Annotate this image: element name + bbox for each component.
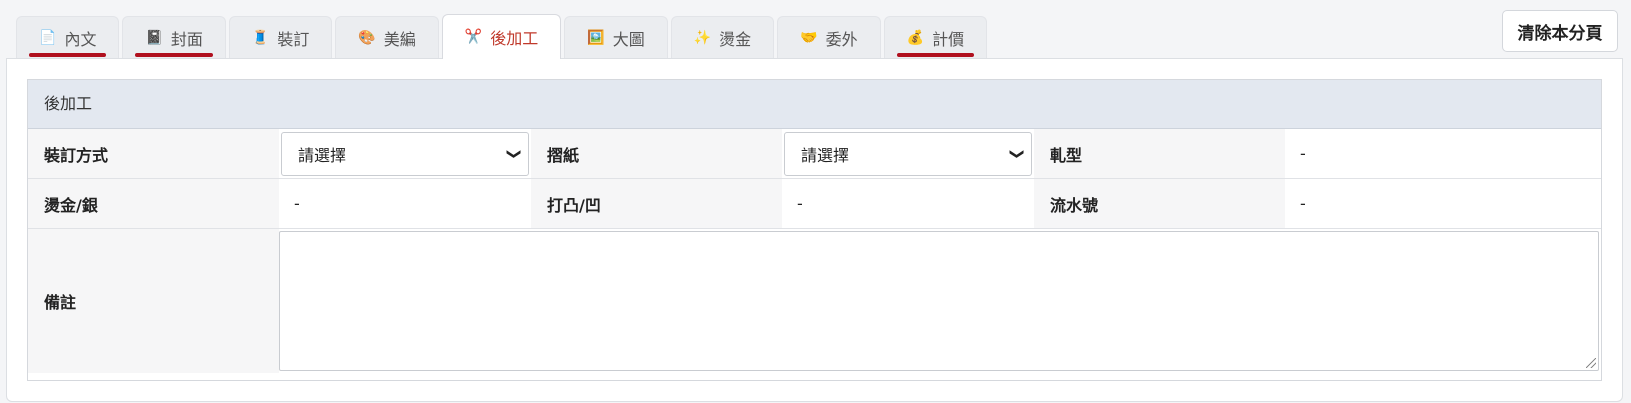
palette-icon: 🎨 bbox=[358, 29, 376, 46]
note-row: 備註 bbox=[28, 229, 1601, 373]
tab-label: 燙金 bbox=[719, 29, 752, 49]
tab-pricing[interactable]: 💰 計價 bbox=[883, 16, 988, 58]
post-processing-card: 後加工 裝訂方式 請選擇 ❯ 摺紙 請選擇 ❯ 軋型 - 燙金/銀 - 打凸/凹 -… bbox=[27, 79, 1602, 381]
note-textarea[interactable] bbox=[279, 231, 1599, 371]
tab-label: 委外 bbox=[825, 29, 858, 49]
emboss-value: - bbox=[782, 179, 1034, 228]
tab-label: 封面 bbox=[170, 29, 203, 49]
foil-value: - bbox=[279, 179, 531, 228]
picture-icon: 🖼️ bbox=[587, 29, 605, 46]
binding-select-value: 請選擇 bbox=[298, 145, 347, 165]
fold-cell: 請選擇 ❯ bbox=[782, 129, 1034, 178]
mold-value: - bbox=[1285, 129, 1537, 178]
tab-label: 大圖 bbox=[612, 29, 645, 49]
tab-label: 後加工 bbox=[490, 29, 539, 48]
tab-foil[interactable]: ✨ 燙金 bbox=[670, 16, 775, 58]
tab-underline bbox=[896, 53, 975, 57]
binding-select[interactable]: 請選擇 ❯ bbox=[281, 131, 529, 176]
note-label: 備註 bbox=[28, 229, 279, 373]
tab-body-text[interactable]: 📄 內文 bbox=[16, 16, 120, 58]
form-row: 裝訂方式 請選擇 ❯ 摺紙 請選擇 ❯ 軋型 - bbox=[28, 129, 1601, 179]
sparkles-icon: ✨ bbox=[693, 29, 712, 46]
binding-cell: 請選擇 ❯ bbox=[279, 129, 531, 178]
tab-design[interactable]: 🎨 美編 bbox=[335, 16, 439, 58]
tab-cover[interactable]: 📓 封面 bbox=[122, 16, 226, 58]
fold-select[interactable]: 請選擇 ❯ bbox=[784, 131, 1032, 176]
emboss-label: 打凸/凹 bbox=[531, 179, 782, 228]
chevron-down-icon: ❯ bbox=[506, 147, 523, 160]
handshake-icon: 🤝 bbox=[800, 29, 818, 46]
serial-label: 流水號 bbox=[1034, 179, 1285, 228]
tab-label: 裝訂 bbox=[277, 29, 310, 49]
tab-underline bbox=[29, 53, 107, 57]
fold-select-value: 請選擇 bbox=[801, 145, 850, 165]
tab-underline bbox=[135, 53, 213, 57]
tab-outsource[interactable]: 🤝 委外 bbox=[777, 16, 881, 58]
chevron-down-icon: ❯ bbox=[1009, 147, 1026, 160]
section-title: 後加工 bbox=[28, 80, 1601, 129]
serial-value: - bbox=[1285, 179, 1537, 228]
tab-binding[interactable]: 🧵 裝訂 bbox=[228, 16, 333, 58]
tab-panel: 後加工 裝訂方式 請選擇 ❯ 摺紙 請選擇 ❯ 軋型 - 燙金/銀 - 打凸/凹 -… bbox=[6, 58, 1623, 402]
tab-large-print[interactable]: 🖼️ 大圖 bbox=[564, 16, 668, 58]
clear-tab-button[interactable]: 清除本分頁 bbox=[1502, 10, 1618, 52]
scissors-icon: ✂️ bbox=[464, 29, 483, 45]
tab-label: 計價 bbox=[932, 29, 965, 49]
notebook-icon: 📓 bbox=[145, 29, 163, 46]
tab-label: 內文 bbox=[64, 29, 97, 49]
tab-bar: 📄 內文 📓 封面 🧵 裝訂 🎨 美編 ✂️ 後加工 🖼️ 大圖 ✨ 燙金 🤝 委外 💰 計價 bbox=[16, 14, 988, 59]
foil-label: 燙金/銀 bbox=[28, 179, 279, 228]
mold-label: 軋型 bbox=[1034, 129, 1285, 178]
tab-post-processing[interactable]: ✂️ 後加工 bbox=[441, 14, 562, 59]
form-row: 燙金/銀 - 打凸/凹 - 流水號 - bbox=[28, 179, 1601, 229]
binding-label: 裝訂方式 bbox=[28, 129, 279, 178]
document-icon: 📄 bbox=[39, 29, 57, 46]
tab-label: 美編 bbox=[383, 29, 416, 49]
resize-grip-icon[interactable] bbox=[1586, 358, 1596, 368]
thread-icon: 🧵 bbox=[251, 29, 270, 46]
money-bag-icon: 💰 bbox=[906, 29, 925, 46]
fold-label: 摺紙 bbox=[531, 129, 782, 178]
